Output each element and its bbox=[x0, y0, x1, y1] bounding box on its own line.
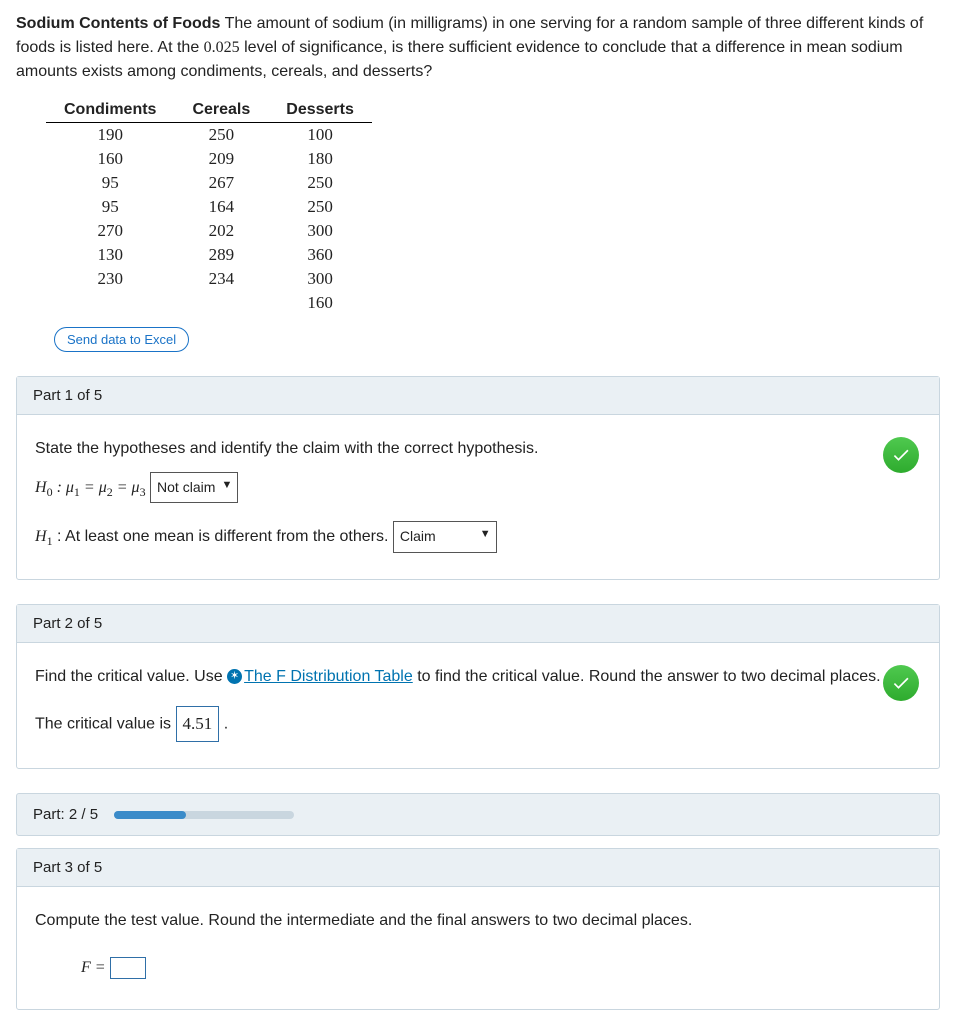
table-cell: 95 bbox=[46, 171, 174, 195]
table-cell: 160 bbox=[46, 147, 174, 171]
h0-label: H0 : μ1 = μ2 = μ3 bbox=[35, 479, 146, 496]
table-cell bbox=[174, 291, 268, 315]
table-cell: 270 bbox=[46, 219, 174, 243]
problem-title: Sodium Contents of Foods bbox=[16, 15, 220, 32]
table-cell: 209 bbox=[174, 147, 268, 171]
table-row: 160 bbox=[46, 291, 372, 315]
external-link-icon: ✶ bbox=[227, 669, 242, 684]
h1-label: H1 bbox=[35, 528, 53, 545]
table-cell: 250 bbox=[268, 195, 372, 219]
part2-prompt-a: Find the critical value. Use bbox=[35, 668, 227, 685]
send-to-excel-button[interactable]: Send data to Excel bbox=[54, 327, 189, 352]
period: . bbox=[224, 715, 228, 732]
table-cell: 234 bbox=[174, 267, 268, 291]
table-row: 130289360 bbox=[46, 243, 372, 267]
progress-fill bbox=[114, 811, 186, 819]
part3-prompt: Compute the test value. Round the interm… bbox=[35, 907, 921, 936]
f-label: F = bbox=[81, 959, 106, 976]
table-row: 270202300 bbox=[46, 219, 372, 243]
data-table: Condiments Cereals Desserts 190250100160… bbox=[46, 98, 372, 315]
f-table-link[interactable]: The F Distribution Table bbox=[244, 668, 413, 685]
table-cell: 250 bbox=[174, 123, 268, 148]
part2-card: Part 2 of 5 Find the critical value. Use… bbox=[16, 604, 940, 769]
progress-label: Part: 2 / 5 bbox=[33, 806, 98, 823]
table-cell: 300 bbox=[268, 219, 372, 243]
col-header: Desserts bbox=[268, 98, 372, 123]
sig-level: 0.025 bbox=[204, 39, 240, 56]
part2-prompt-b: to find the critical value. Round the an… bbox=[417, 668, 880, 685]
part1-header: Part 1 of 5 bbox=[17, 377, 939, 415]
table-cell: 289 bbox=[174, 243, 268, 267]
part1-card: Part 1 of 5 State the hypotheses and ide… bbox=[16, 376, 940, 580]
table-row: 160209180 bbox=[46, 147, 372, 171]
h1-text: : At least one mean is different from th… bbox=[53, 528, 393, 545]
table-cell: 164 bbox=[174, 195, 268, 219]
table-cell: 180 bbox=[268, 147, 372, 171]
table-cell: 360 bbox=[268, 243, 372, 267]
data-table-body: 1902501001602091809526725095164250270202… bbox=[46, 123, 372, 316]
h1-claim-select[interactable]: Claim bbox=[393, 521, 497, 552]
part3-header: Part 3 of 5 bbox=[17, 849, 939, 887]
table-cell bbox=[46, 291, 174, 315]
problem-intro: Sodium Contents of Foods The amount of s… bbox=[16, 12, 940, 84]
critical-value-input[interactable]: 4.51 bbox=[176, 706, 220, 743]
table-cell: 250 bbox=[268, 171, 372, 195]
col-header: Cereals bbox=[174, 98, 268, 123]
table-row: 95267250 bbox=[46, 171, 372, 195]
correct-check-icon bbox=[883, 437, 919, 473]
table-cell: 300 bbox=[268, 267, 372, 291]
table-cell: 230 bbox=[46, 267, 174, 291]
table-row: 95164250 bbox=[46, 195, 372, 219]
table-row: 190250100 bbox=[46, 123, 372, 148]
correct-check-icon bbox=[883, 665, 919, 701]
table-cell: 190 bbox=[46, 123, 174, 148]
col-header: Condiments bbox=[46, 98, 174, 123]
critical-value-label: The critical value is bbox=[35, 715, 176, 732]
h0-claim-select[interactable]: Not claim bbox=[150, 472, 238, 503]
table-cell: 267 bbox=[174, 171, 268, 195]
table-cell: 130 bbox=[46, 243, 174, 267]
table-cell: 95 bbox=[46, 195, 174, 219]
part3-card: Part 3 of 5 Compute the test value. Roun… bbox=[16, 848, 940, 1010]
part1-prompt: State the hypotheses and identify the cl… bbox=[35, 435, 921, 464]
progress-bar-card: Part: 2 / 5 bbox=[16, 793, 940, 836]
part2-header: Part 2 of 5 bbox=[17, 605, 939, 643]
table-cell: 202 bbox=[174, 219, 268, 243]
table-row: 230234300 bbox=[46, 267, 372, 291]
f-value-input[interactable] bbox=[110, 957, 146, 979]
table-cell: 160 bbox=[268, 291, 372, 315]
table-cell: 100 bbox=[268, 123, 372, 148]
progress-track bbox=[114, 811, 294, 819]
